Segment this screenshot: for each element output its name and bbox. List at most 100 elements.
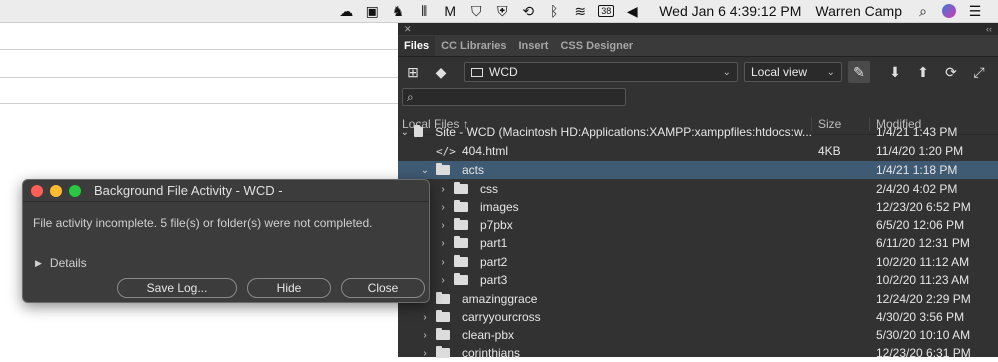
tab-files[interactable]: Files bbox=[398, 36, 436, 56]
chevron-right-icon[interactable]: › bbox=[436, 238, 450, 249]
panel-tabs: Files CC Libraries Insert CSS Designer bbox=[398, 35, 998, 57]
file-name: amazinggrace bbox=[462, 292, 538, 306]
chevron-right-icon[interactable]: › bbox=[436, 257, 450, 268]
save-log-button[interactable]: Save Log... bbox=[117, 278, 237, 298]
bbedit-icon[interactable]: ▣ bbox=[359, 0, 385, 23]
time-machine-icon[interactable]: ⟲ bbox=[515, 0, 541, 23]
folder-icon bbox=[436, 328, 450, 340]
background-file-activity-dialog: Background File Activity - WCD - File ac… bbox=[22, 179, 430, 303]
zoom-window-button[interactable] bbox=[69, 184, 81, 197]
file-modified: 6/5/20 12:06 PM bbox=[876, 218, 965, 232]
file-row[interactable]: › corinthians 12/23/20 6:31 PM bbox=[398, 344, 998, 362]
file-modified: 12/23/20 6:31 PM bbox=[876, 346, 971, 360]
files-panel: ✕ ‹‹ Files CC Libraries Insert CSS Desig… bbox=[398, 23, 998, 360]
file-name: images bbox=[480, 200, 519, 214]
spotlight-search-icon[interactable]: ⌕ bbox=[910, 0, 936, 23]
chevron-right-icon[interactable]: › bbox=[436, 184, 450, 195]
dialog-buttons: Save Log... Hide Close bbox=[117, 278, 425, 298]
chevron-right-icon[interactable]: › bbox=[436, 220, 450, 231]
details-label: Details bbox=[49, 256, 87, 270]
toolbar-app-icon[interactable]: ⦀ bbox=[411, 0, 437, 23]
file-row[interactable]: › part2 10/2/20 11:12 AM bbox=[398, 253, 998, 271]
close-panel-icon[interactable]: ✕ bbox=[404, 24, 412, 35]
chess-icon[interactable]: ♞ bbox=[385, 0, 411, 23]
chevron-down-icon[interactable]: ⌄ bbox=[418, 165, 432, 176]
malwarebytes-icon[interactable]: M bbox=[437, 0, 463, 23]
put-files-icon[interactable]: ⬆ bbox=[912, 61, 934, 83]
refresh-icon[interactable]: ⟳ bbox=[940, 61, 962, 83]
minimize-window-button[interactable] bbox=[50, 184, 62, 197]
file-name: corinthians bbox=[462, 346, 521, 360]
panel-title-strip: ✕ ‹‹ bbox=[398, 23, 998, 35]
folder-icon bbox=[471, 67, 483, 77]
file-modified: 10/2/20 11:23 AM bbox=[876, 273, 970, 287]
hide-button[interactable]: Hide bbox=[247, 278, 331, 298]
connect-server-icon[interactable]: ⊞ bbox=[402, 61, 424, 83]
chevron-right-icon[interactable]: › bbox=[418, 330, 432, 341]
folder-icon bbox=[436, 310, 450, 322]
file-row[interactable]: ›amazinggrace 12/24/20 2:29 PM bbox=[398, 290, 998, 308]
file-name: Site - WCD (Macintosh HD:Applications:XA… bbox=[435, 125, 812, 139]
file-name: part1 bbox=[480, 236, 508, 250]
chevron-down-icon: ⌄ bbox=[722, 66, 731, 78]
folder-icon bbox=[454, 200, 468, 212]
notification-center-icon[interactable]: ☰ bbox=[962, 0, 988, 23]
file-size: 4KB bbox=[818, 144, 841, 158]
vpn-shield-icon[interactable]: ⛨ bbox=[489, 0, 515, 23]
files-toolbar: ⊞ ◆ WCD ⌄ Local view ⌄ ✎ ⬇ ⬆ ⟳ ⤢ bbox=[398, 59, 998, 85]
tab-cc-libraries[interactable]: CC Libraries bbox=[435, 36, 512, 56]
expand-tools-icon[interactable]: ✎ bbox=[848, 61, 870, 83]
file-modified: 2/4/20 4:02 PM bbox=[876, 182, 958, 196]
chevron-right-icon[interactable]: › bbox=[436, 202, 450, 213]
folder-icon bbox=[413, 125, 424, 137]
folder-icon bbox=[454, 273, 468, 285]
file-modified: 10/2/20 11:12 AM bbox=[876, 255, 970, 269]
divider bbox=[0, 77, 398, 78]
creative-cloud-icon[interactable]: ☁ bbox=[333, 0, 359, 23]
siri-icon[interactable] bbox=[936, 0, 962, 23]
menu-clock[interactable]: Wed Jan 6 4:39:12 PM bbox=[645, 3, 807, 19]
file-row[interactable]: › clean-pbx 5/30/20 10:10 AM bbox=[398, 326, 998, 344]
menu-user-name[interactable]: Warren Camp bbox=[807, 3, 910, 19]
folder-icon bbox=[454, 236, 468, 248]
file-row[interactable]: › css 2/4/20 4:02 PM bbox=[398, 180, 998, 198]
wifi-icon[interactable]: ≋ bbox=[567, 0, 593, 23]
shield-check-icon[interactable]: ⛉ bbox=[463, 0, 489, 23]
file-row[interactable]: </> 404.html 4KB 11/4/20 1:20 PM bbox=[398, 142, 998, 160]
file-row[interactable]: › carryyourcross 4/30/20 3:56 PM bbox=[398, 308, 998, 326]
file-modified: 1/4/21 1:18 PM bbox=[876, 163, 958, 177]
dialog-message: File activity incomplete. 5 file(s) or f… bbox=[33, 216, 373, 230]
file-row[interactable]: › part3 10/2/20 11:23 AM bbox=[398, 271, 998, 289]
file-name: p7pbx bbox=[480, 218, 513, 232]
folder-icon bbox=[436, 163, 450, 175]
view-select[interactable]: Local view ⌄ bbox=[744, 62, 842, 82]
file-row[interactable]: › images 12/23/20 6:52 PM bbox=[398, 198, 998, 216]
collapse-panel-icon[interactable]: ‹‹ bbox=[986, 24, 992, 34]
expand-panel-icon[interactable]: ⤢ bbox=[968, 61, 990, 83]
volume-icon[interactable]: ◀ bbox=[619, 0, 645, 23]
file-row[interactable]: › p7pbx 6/5/20 12:06 PM bbox=[398, 216, 998, 234]
divider bbox=[0, 103, 398, 104]
chevron-down-icon[interactable]: ⌄ bbox=[400, 127, 410, 138]
tab-css-designer[interactable]: CSS Designer bbox=[554, 36, 639, 56]
search-icon: ⌕ bbox=[407, 89, 414, 104]
search-input[interactable]: ⌕ bbox=[402, 88, 626, 106]
details-disclosure[interactable]: ▶ Details bbox=[35, 256, 87, 270]
battery-icon[interactable]: 38 bbox=[593, 0, 619, 23]
file-row[interactable]: ⌄ Site - WCD (Macintosh HD:Applications:X… bbox=[398, 123, 998, 141]
file-row[interactable]: › part1 6/11/20 12:31 PM bbox=[398, 234, 998, 252]
git-icon[interactable]: ◆ bbox=[430, 61, 452, 83]
file-name: carryyourcross bbox=[462, 310, 541, 324]
file-modified: 11/4/20 1:20 PM bbox=[876, 144, 964, 158]
bluetooth-icon[interactable]: ᛒ bbox=[541, 0, 567, 23]
site-select[interactable]: WCD ⌄ bbox=[464, 62, 738, 82]
divider bbox=[0, 49, 398, 50]
close-window-button[interactable] bbox=[31, 184, 43, 197]
tab-insert[interactable]: Insert bbox=[513, 36, 555, 56]
close-button[interactable]: Close bbox=[341, 278, 425, 298]
chevron-right-icon[interactable]: › bbox=[436, 275, 450, 286]
file-row[interactable]: ⌄ acts 1/4/21 1:18 PM bbox=[398, 161, 998, 179]
chevron-right-icon[interactable]: › bbox=[418, 312, 432, 323]
get-files-icon[interactable]: ⬇ bbox=[884, 61, 906, 83]
dialog-title-bar[interactable]: Background File Activity - WCD - bbox=[23, 180, 429, 202]
